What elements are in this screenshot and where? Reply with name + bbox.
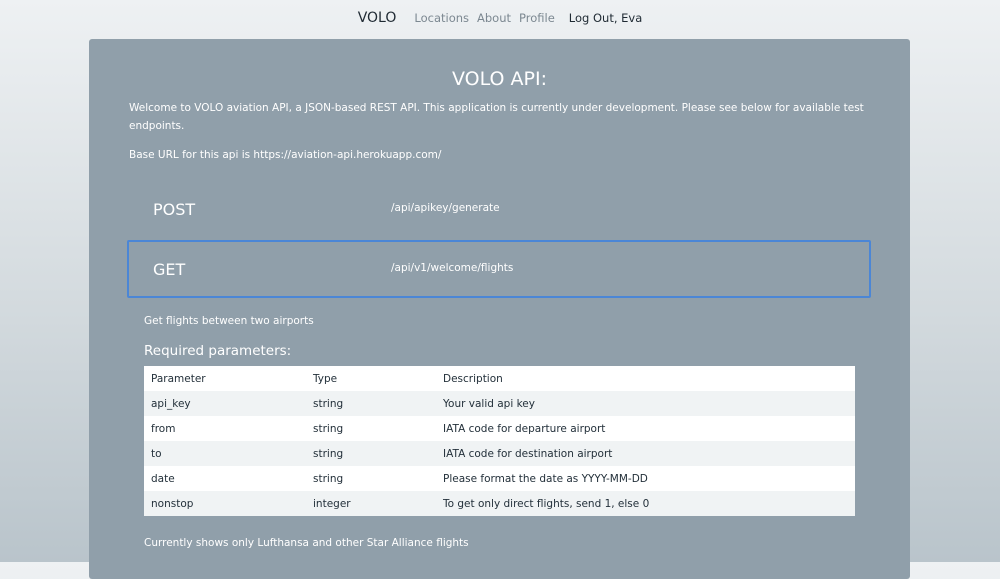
nav-link-locations[interactable]: Locations: [414, 11, 469, 25]
footnote-text: Currently shows only Lufthansa and other…: [144, 537, 469, 549]
endpoint-description: Get flights between two airports: [144, 315, 314, 327]
param-name: date: [151, 472, 175, 485]
param-type: integer: [313, 497, 351, 510]
param-description: IATA code for departure airport: [443, 422, 606, 435]
api-docs-panel: VOLO API: Welcome to VOLO aviation API, …: [89, 39, 910, 579]
endpoint-path: /api/v1/welcome/flights: [391, 262, 514, 274]
logout-link[interactable]: Log Out, Eva: [569, 11, 642, 25]
column-header-type: Type: [313, 372, 338, 385]
table-row: api_key string Your valid api key: [144, 391, 855, 416]
endpoint-post-apikey[interactable]: POST /api/apikey/generate: [127, 180, 871, 238]
nav-link-profile[interactable]: Profile: [519, 11, 555, 25]
required-parameters-heading: Required parameters:: [144, 343, 292, 359]
brand-logo[interactable]: VOLO: [358, 10, 397, 26]
column-header-description: Description: [443, 372, 503, 385]
table-row: from string IATA code for departure airp…: [144, 416, 855, 441]
table-row: to string IATA code for destination airp…: [144, 441, 855, 466]
param-name: from: [151, 422, 176, 435]
param-description: Your valid api key: [443, 397, 535, 410]
endpoint-method: GET: [153, 260, 186, 279]
table-header-row: Parameter Type Description: [144, 366, 855, 391]
param-type: string: [313, 472, 344, 485]
top-navbar: VOLO Locations About Profile Log Out, Ev…: [0, 0, 1000, 36]
param-name: to: [151, 447, 162, 460]
parameters-table: Parameter Type Description api_key strin…: [144, 366, 855, 516]
intro-text: Welcome to VOLO aviation API, a JSON-bas…: [129, 102, 864, 132]
param-name: api_key: [151, 397, 191, 410]
param-name: nonstop: [151, 497, 194, 510]
param-description: IATA code for destination airport: [443, 447, 613, 460]
column-header-parameter: Parameter: [151, 372, 206, 385]
nav-link-about[interactable]: About: [477, 11, 511, 25]
endpoint-get-flights[interactable]: GET /api/v1/welcome/flights: [127, 240, 871, 298]
table-row: nonstop integer To get only direct fligh…: [144, 491, 855, 516]
page-title: VOLO API:: [452, 68, 547, 90]
param-type: string: [313, 397, 344, 410]
param-type: string: [313, 447, 344, 460]
endpoint-method: POST: [153, 200, 196, 219]
param-description: To get only direct flights, send 1, else…: [443, 497, 650, 510]
endpoint-path: /api/apikey/generate: [391, 202, 500, 214]
param-type: string: [313, 422, 344, 435]
table-row: date string Please format the date as YY…: [144, 466, 855, 491]
param-description: Please format the date as YYYY-MM-DD: [443, 472, 648, 485]
base-url-text: Base URL for this api is https://aviatio…: [129, 149, 442, 161]
